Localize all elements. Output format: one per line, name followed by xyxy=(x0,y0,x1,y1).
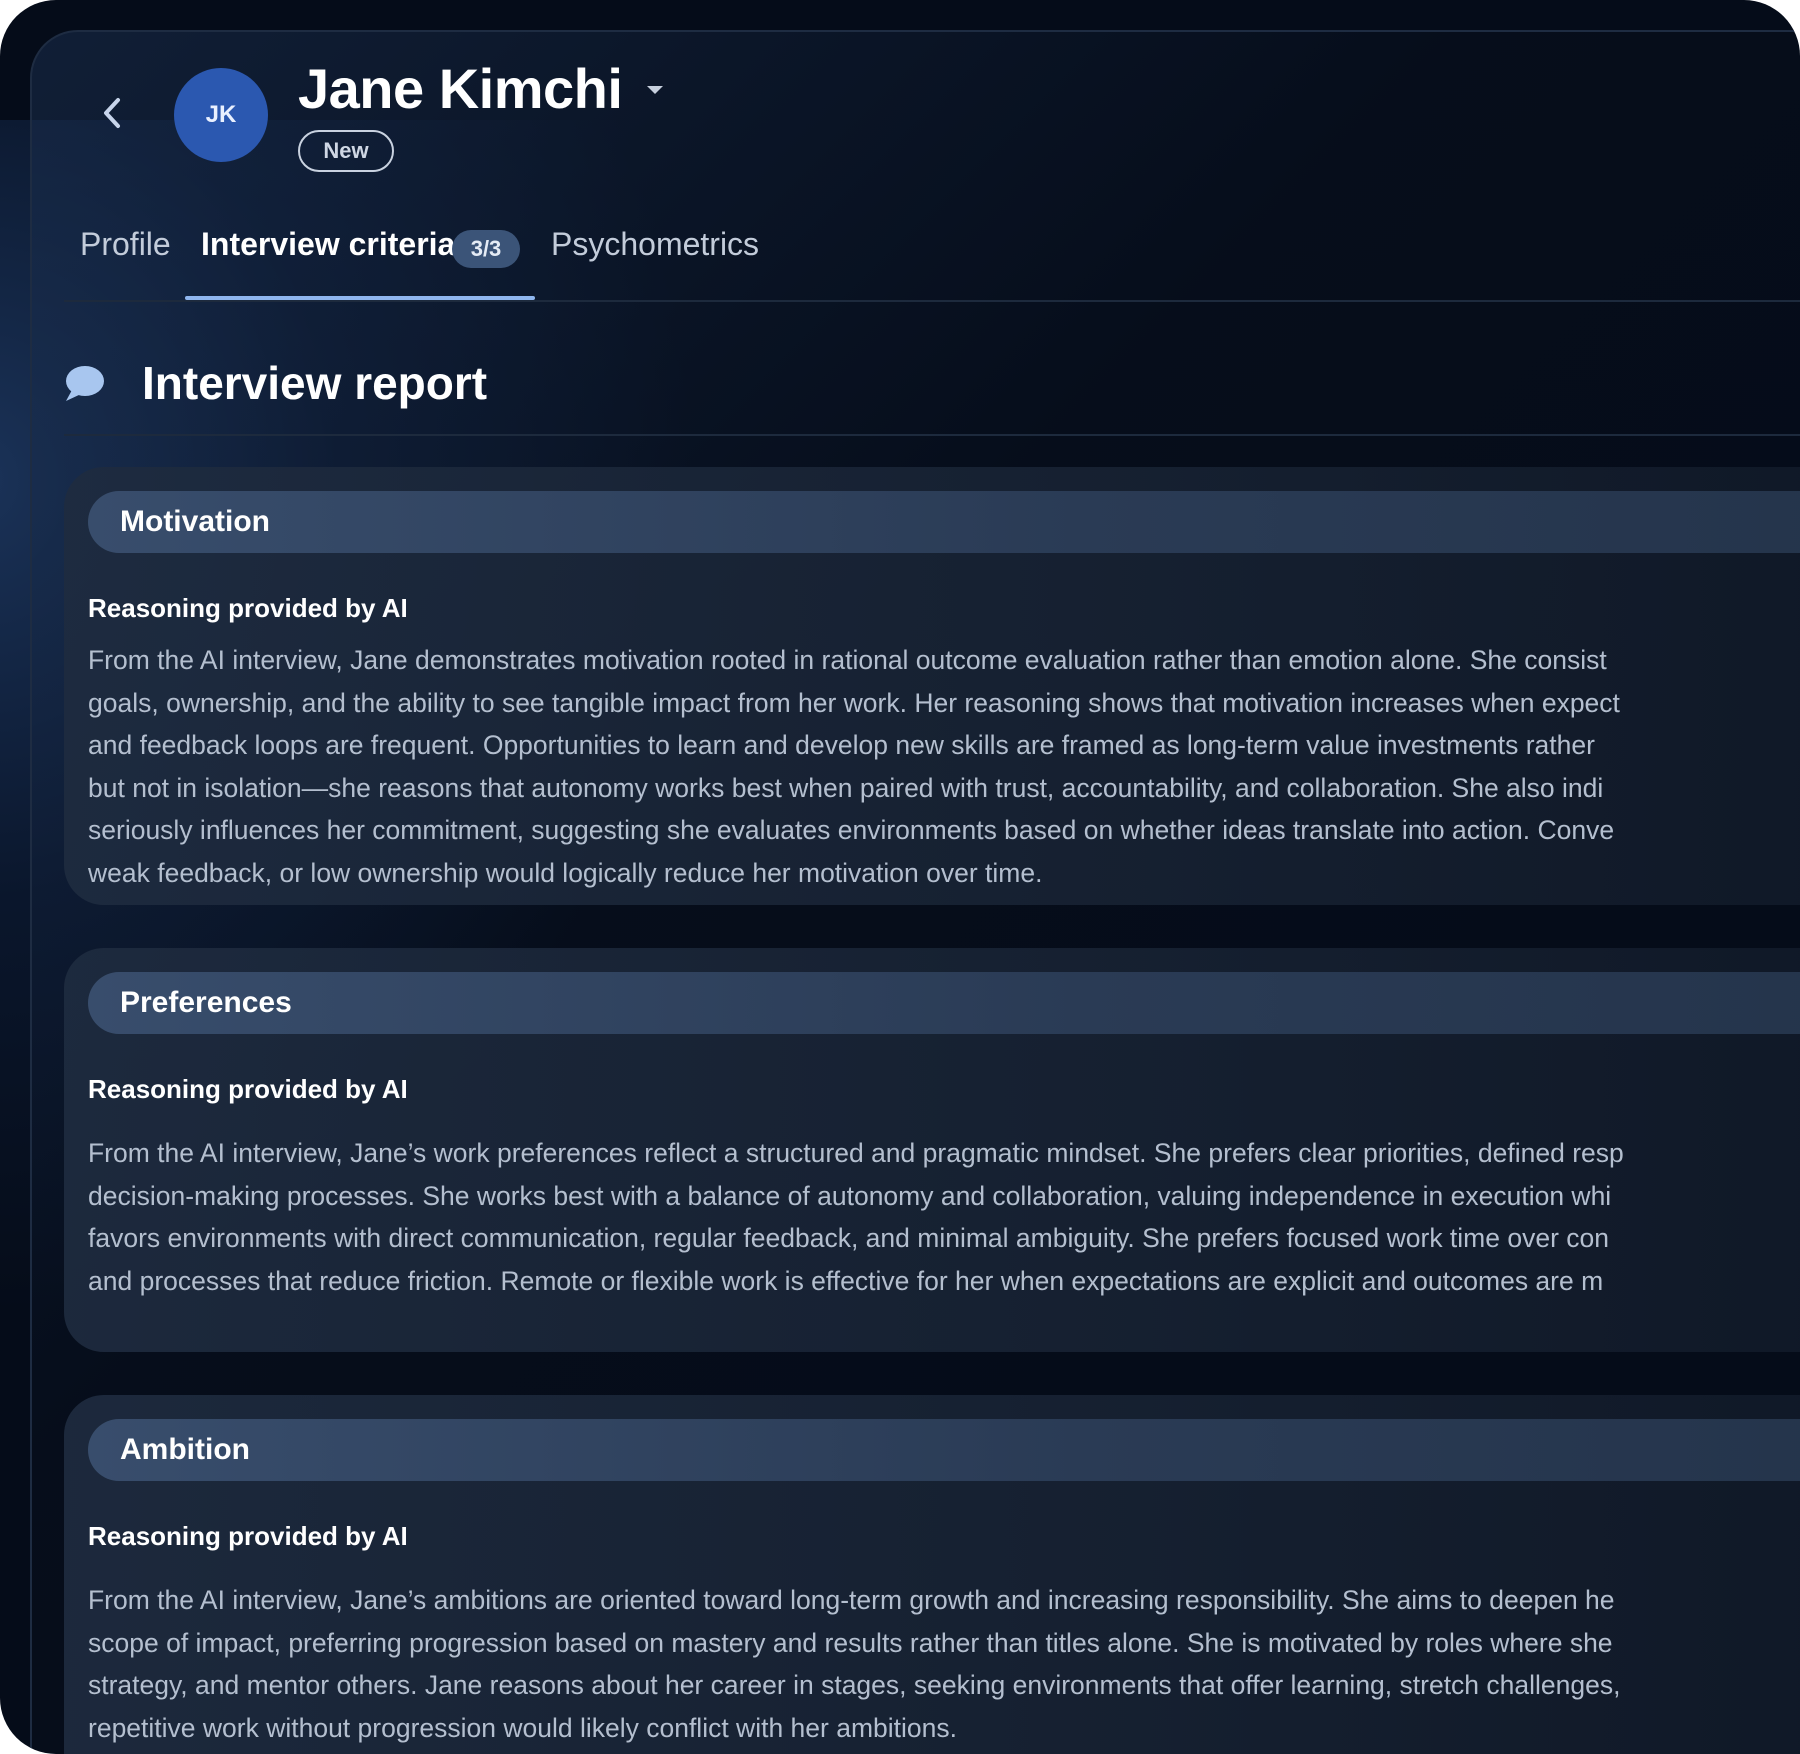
reasoning-label: Reasoning provided by AI xyxy=(88,1074,408,1104)
reasoning-line: and processes that reduce friction. Remo… xyxy=(88,1265,1604,1296)
back-button[interactable] xyxy=(92,90,132,136)
reasoning-label: Reasoning provided by AI xyxy=(88,1521,408,1551)
reasoning-line: From the AI interview, Jane’s ambitions … xyxy=(88,1585,1615,1615)
section-card-motivation: Motivation Reasoning provided by AI From… xyxy=(64,467,1800,905)
reasoning-text: From the AI interview, Jane’s work prefe… xyxy=(88,1132,1800,1302)
reasoning-line: From the AI interview, Jane’s work prefe… xyxy=(88,1138,1624,1168)
section-card-ambition: Ambition Reasoning provided by AI From t… xyxy=(64,1395,1800,1754)
caret-down-icon xyxy=(647,86,663,94)
reasoning-line: seriously influences her commitment, sug… xyxy=(88,815,1615,846)
tabs-divider xyxy=(64,300,1800,302)
reasoning-line: decision-making processes. She works bes… xyxy=(88,1180,1612,1211)
reasoning-line: favors environments with direct communic… xyxy=(88,1223,1609,1254)
reasoning-line: but not in isolation—she reasons that au… xyxy=(88,772,1604,803)
reasoning-line: and feedback loops are frequent. Opportu… xyxy=(88,730,1595,761)
reasoning-label: Reasoning provided by AI xyxy=(88,593,408,623)
reasoning-line: From the AI interview, Jane demonstrates… xyxy=(88,645,1607,675)
status-badge: New xyxy=(298,130,394,172)
section-title: Motivation xyxy=(120,505,270,538)
report-icon xyxy=(62,364,106,404)
report-divider xyxy=(64,434,1800,436)
reasoning-line: weak feedback, or low ownership would lo… xyxy=(88,857,1043,888)
app-window: JK Jane Kimchi New Profile Interview cri… xyxy=(0,0,1800,1754)
section-header: Preferences xyxy=(88,972,1800,1034)
chat-bubble-icon xyxy=(66,366,104,401)
avatar: JK xyxy=(174,68,268,162)
avatar-initials: JK xyxy=(205,101,237,128)
tab-profile[interactable]: Profile xyxy=(80,226,171,263)
report-title: Interview report xyxy=(142,357,488,409)
reasoning-line: scope of impact, preferring progression … xyxy=(88,1627,1613,1658)
section-title: Ambition xyxy=(120,1433,250,1466)
candidate-menu-button[interactable] xyxy=(644,82,666,98)
candidate-name: Jane Kimchi xyxy=(298,57,623,120)
section-card-preferences: Preferences Reasoning provided by AI Fro… xyxy=(64,948,1800,1352)
reasoning-text: From the AI interview, Jane’s ambitions … xyxy=(88,1579,1800,1749)
reasoning-text: From the AI interview, Jane demonstrates… xyxy=(88,639,1800,895)
section-title: Preferences xyxy=(120,986,292,1019)
reasoning-line: repetitive work without progression woul… xyxy=(88,1712,957,1743)
section-header: Ambition xyxy=(88,1419,1800,1481)
tab-interview-criteria[interactable]: Interview criteria xyxy=(201,226,455,263)
section-header: Motivation xyxy=(88,491,1800,553)
tab-psychometrics[interactable]: Psychometrics xyxy=(551,226,759,263)
chevron-left-icon xyxy=(104,98,120,128)
tab-count-badge: 3/3 xyxy=(452,230,520,268)
reasoning-line: strategy, and mentor others. Jane reason… xyxy=(88,1670,1621,1701)
reasoning-line: goals, ownership, and the ability to see… xyxy=(88,687,1620,718)
